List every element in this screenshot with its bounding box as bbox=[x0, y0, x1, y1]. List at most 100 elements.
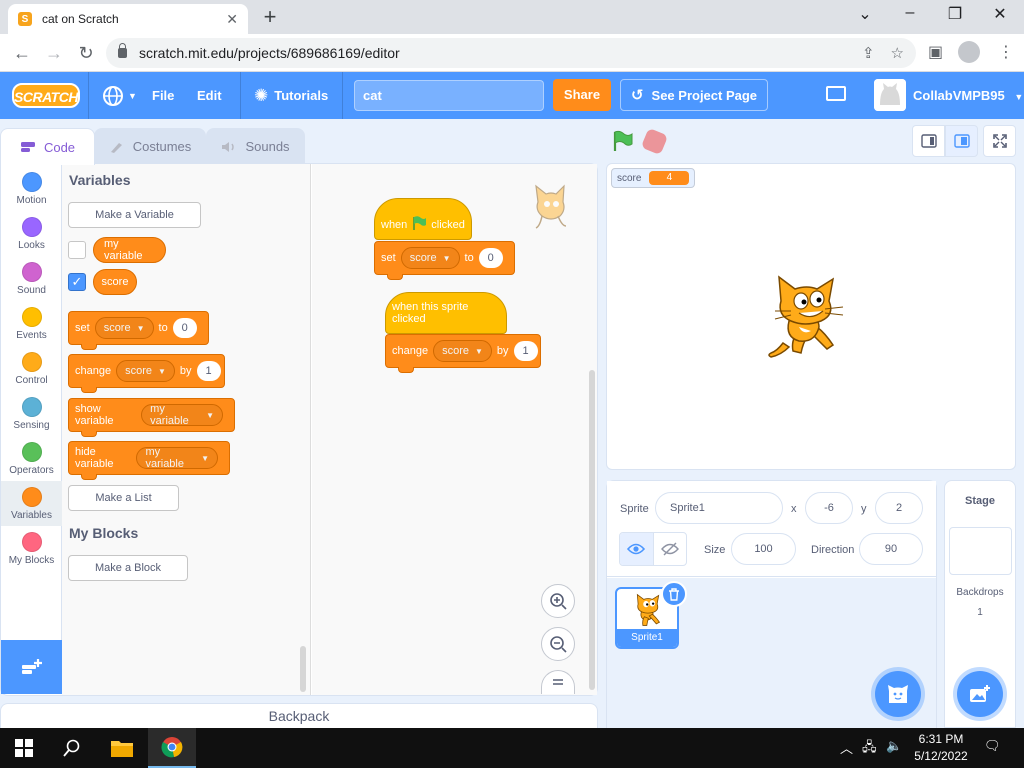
browser-profile-icon[interactable] bbox=[958, 41, 980, 63]
sprite-name-input[interactable]: Sprite1 bbox=[655, 492, 783, 524]
script-set-score-block[interactable]: set score ▼ to 0 bbox=[374, 241, 515, 280]
category-motion[interactable]: Motion bbox=[1, 166, 62, 211]
variable-dropdown[interactable]: score ▼ bbox=[94, 317, 154, 339]
make-list-button[interactable]: Make a List bbox=[68, 485, 179, 511]
my-variable-checkbox[interactable] bbox=[68, 241, 86, 259]
script-change-score-block[interactable]: change score ▼ by 1 bbox=[385, 334, 541, 373]
omnibox[interactable]: scratch.mit.edu/projects/689686169/edito… bbox=[106, 38, 916, 68]
category-variables[interactable]: Variables bbox=[1, 481, 62, 526]
sidebar-toggle-icon[interactable]: ▣ bbox=[928, 42, 943, 62]
volume-icon[interactable]: 🔈 bbox=[886, 738, 902, 754]
variable-dropdown[interactable]: my variable ▼ bbox=[141, 403, 223, 427]
variable-dropdown[interactable]: my variable ▼ bbox=[136, 446, 218, 470]
username-menu[interactable]: CollabVMPB95 ▼ bbox=[913, 72, 1023, 119]
category-looks[interactable]: Looks bbox=[1, 211, 62, 256]
show-hidden-icons-icon[interactable]: ︿ bbox=[840, 738, 853, 757]
size-input[interactable]: 100 bbox=[731, 533, 796, 565]
x-input[interactable]: -6 bbox=[805, 492, 853, 524]
direction-input[interactable]: 90 bbox=[859, 533, 923, 565]
when-flag-clicked-hat-block[interactable]: when clicked bbox=[374, 198, 472, 240]
zoom-out-button[interactable] bbox=[541, 627, 575, 661]
variable-dropdown[interactable]: score ▼ bbox=[400, 247, 460, 269]
my-stuff-folder-icon[interactable] bbox=[826, 86, 846, 101]
stage-canvas[interactable] bbox=[606, 163, 1016, 470]
value-input[interactable]: 1 bbox=[513, 341, 538, 361]
my-variable-reporter[interactable]: my variable bbox=[93, 237, 166, 263]
score-monitor[interactable]: score 4 bbox=[611, 168, 696, 188]
forward-icon[interactable]: → bbox=[42, 42, 66, 64]
workspace-scrollbar[interactable] bbox=[589, 370, 595, 690]
show-variable-block[interactable]: show variable my variable ▼ bbox=[68, 398, 235, 437]
scratch-logo[interactable]: SCRATCH bbox=[12, 83, 80, 108]
backpack-panel[interactable]: Backpack bbox=[0, 703, 598, 728]
palette-scrollbar[interactable] bbox=[300, 646, 306, 692]
share-button[interactable]: Share bbox=[553, 79, 611, 111]
block-notch bbox=[81, 344, 97, 350]
chrome-taskbar-button[interactable] bbox=[148, 728, 196, 768]
value-input[interactable]: 0 bbox=[172, 318, 197, 338]
category-operators[interactable]: Operators bbox=[1, 436, 62, 481]
reload-icon[interactable]: ↻ bbox=[74, 42, 98, 64]
minimize-icon[interactable]: – bbox=[895, 4, 925, 22]
taskbar-clock[interactable]: 6:31 PM 5/12/2022 bbox=[912, 731, 970, 765]
see-project-page-button[interactable]: ↺ See Project Page bbox=[620, 79, 768, 111]
score-reporter[interactable]: score bbox=[93, 269, 137, 295]
green-flag-button[interactable] bbox=[611, 130, 633, 152]
close-tab-icon[interactable]: ✕ bbox=[226, 11, 238, 28]
large-stage-button[interactable] bbox=[945, 125, 978, 157]
when-sprite-clicked-hat-block[interactable]: when this sprite clicked bbox=[385, 292, 507, 334]
fullscreen-button[interactable] bbox=[983, 125, 1016, 157]
delete-sprite-button[interactable] bbox=[661, 581, 687, 607]
make-variable-button[interactable]: Make a Variable bbox=[68, 202, 201, 228]
change-variable-block[interactable]: change score ▼ by 1 bbox=[68, 354, 225, 393]
network-icon[interactable]: 🖧 bbox=[862, 738, 877, 760]
variable-dropdown[interactable]: score ▼ bbox=[116, 360, 175, 382]
user-avatar[interactable] bbox=[874, 79, 906, 111]
chevron-down-icon[interactable]: ⌄ bbox=[850, 4, 880, 24]
search-button[interactable] bbox=[48, 728, 96, 768]
restore-icon[interactable]: ❐ bbox=[940, 4, 970, 24]
hide-sprite-button[interactable] bbox=[654, 533, 687, 565]
language-menu[interactable]: ▼ bbox=[102, 72, 137, 119]
start-button[interactable] bbox=[0, 728, 48, 768]
file-explorer-button[interactable] bbox=[98, 728, 146, 768]
notifications-icon[interactable]: 🗨 bbox=[984, 738, 1001, 754]
category-control[interactable]: Control bbox=[1, 346, 62, 391]
small-stage-button[interactable] bbox=[912, 125, 945, 157]
tab-costumes[interactable]: Costumes bbox=[94, 128, 206, 164]
share-page-icon[interactable]: ⇪ bbox=[862, 44, 875, 62]
url-text[interactable]: scratch.mit.edu/projects/689686169/edito… bbox=[139, 45, 846, 61]
value-input[interactable]: 0 bbox=[478, 248, 503, 268]
browser-tab[interactable]: S cat on Scratch ✕ bbox=[8, 4, 248, 34]
make-block-button[interactable]: Make a Block bbox=[68, 555, 188, 581]
show-sprite-button[interactable] bbox=[620, 533, 654, 565]
y-input[interactable]: 2 bbox=[875, 492, 923, 524]
edit-menu[interactable]: Edit bbox=[197, 72, 222, 119]
tab-code[interactable]: Code bbox=[0, 128, 95, 165]
bookmark-star-icon[interactable]: ☆ bbox=[891, 44, 904, 62]
back-icon[interactable]: ← bbox=[10, 42, 34, 64]
category-sensing[interactable]: Sensing bbox=[1, 391, 62, 436]
file-menu[interactable]: File bbox=[152, 72, 174, 119]
add-extension-button[interactable] bbox=[1, 640, 62, 694]
variable-dropdown[interactable]: score ▼ bbox=[433, 340, 492, 362]
category-events[interactable]: Events bbox=[1, 301, 62, 346]
tab-sounds[interactable]: Sounds bbox=[206, 128, 305, 164]
category-my-blocks[interactable]: My Blocks bbox=[1, 526, 62, 571]
value-input[interactable]: 1 bbox=[196, 361, 221, 381]
close-window-icon[interactable]: ✕ bbox=[985, 4, 1015, 24]
fullscreen-icon bbox=[992, 134, 1007, 148]
choose-backdrop-button[interactable] bbox=[957, 671, 1003, 717]
stage-thumbnail[interactable] bbox=[949, 527, 1012, 575]
hide-variable-block[interactable]: hide variable my variable ▼ bbox=[68, 441, 230, 480]
set-variable-block[interactable]: set score ▼ to 0 bbox=[68, 311, 209, 350]
category-sound[interactable]: Sound bbox=[1, 256, 62, 301]
project-title-input[interactable]: cat bbox=[354, 80, 544, 111]
new-tab-icon[interactable]: + bbox=[258, 5, 282, 29]
cat-sprite-icon[interactable] bbox=[763, 271, 849, 361]
zoom-in-button[interactable] bbox=[541, 584, 575, 618]
browser-menu-icon[interactable]: ⋮ bbox=[998, 42, 1014, 62]
score-checkbox[interactable]: ✓ bbox=[68, 273, 86, 291]
tutorials-menu[interactable]: ✺ Tutorials bbox=[254, 72, 328, 119]
choose-sprite-button[interactable] bbox=[875, 671, 921, 717]
